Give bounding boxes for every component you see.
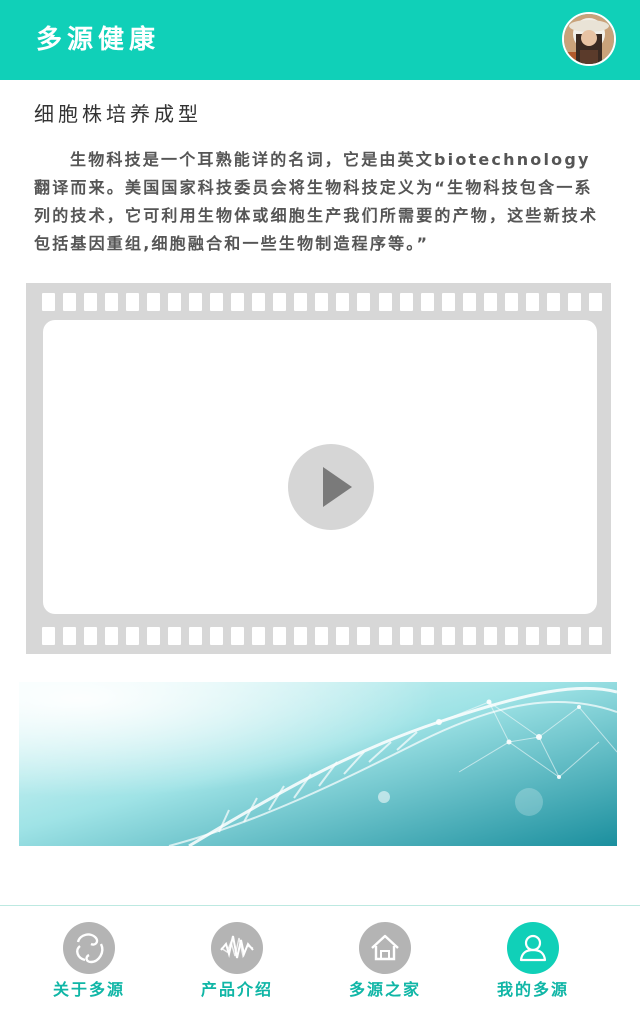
app-header: 多源健康 [0, 0, 640, 80]
about-icon [63, 922, 115, 974]
app-title: 多源健康 [36, 25, 161, 55]
nav-label: 多源之家 [348, 980, 421, 999]
dna-helix-image [19, 682, 617, 846]
user-icon [507, 922, 559, 974]
bottom-nav: 关于多源 产品介绍 多源之家 我的多源 [0, 905, 640, 1009]
film-perforation-top [42, 293, 602, 311]
nav-item-about[interactable]: 关于多源 [29, 922, 149, 1002]
waveform-icon [211, 922, 263, 974]
nav-label: 关于多源 [52, 980, 125, 999]
avatar-image [564, 14, 614, 64]
video-player[interactable] [26, 283, 611, 654]
nav-item-products[interactable]: 产品介绍 [177, 922, 297, 1002]
nav-item-mine[interactable]: 我的多源 [473, 922, 593, 1002]
play-icon[interactable] [288, 444, 374, 530]
article-paragraph: 生物科技是一个耳熟能详的名词，它是由英文biotechnology翻译而来。美国… [34, 150, 599, 253]
film-perforation-bottom [42, 627, 602, 645]
nav-item-home[interactable]: 多源之家 [325, 922, 445, 1002]
nav-label: 我的多源 [496, 980, 569, 999]
nav-label: 产品介绍 [200, 980, 273, 999]
section-title: 细胞株培养成型 [34, 102, 202, 126]
home-icon [359, 922, 411, 974]
video-screen[interactable] [43, 320, 597, 614]
user-avatar[interactable] [562, 12, 616, 66]
